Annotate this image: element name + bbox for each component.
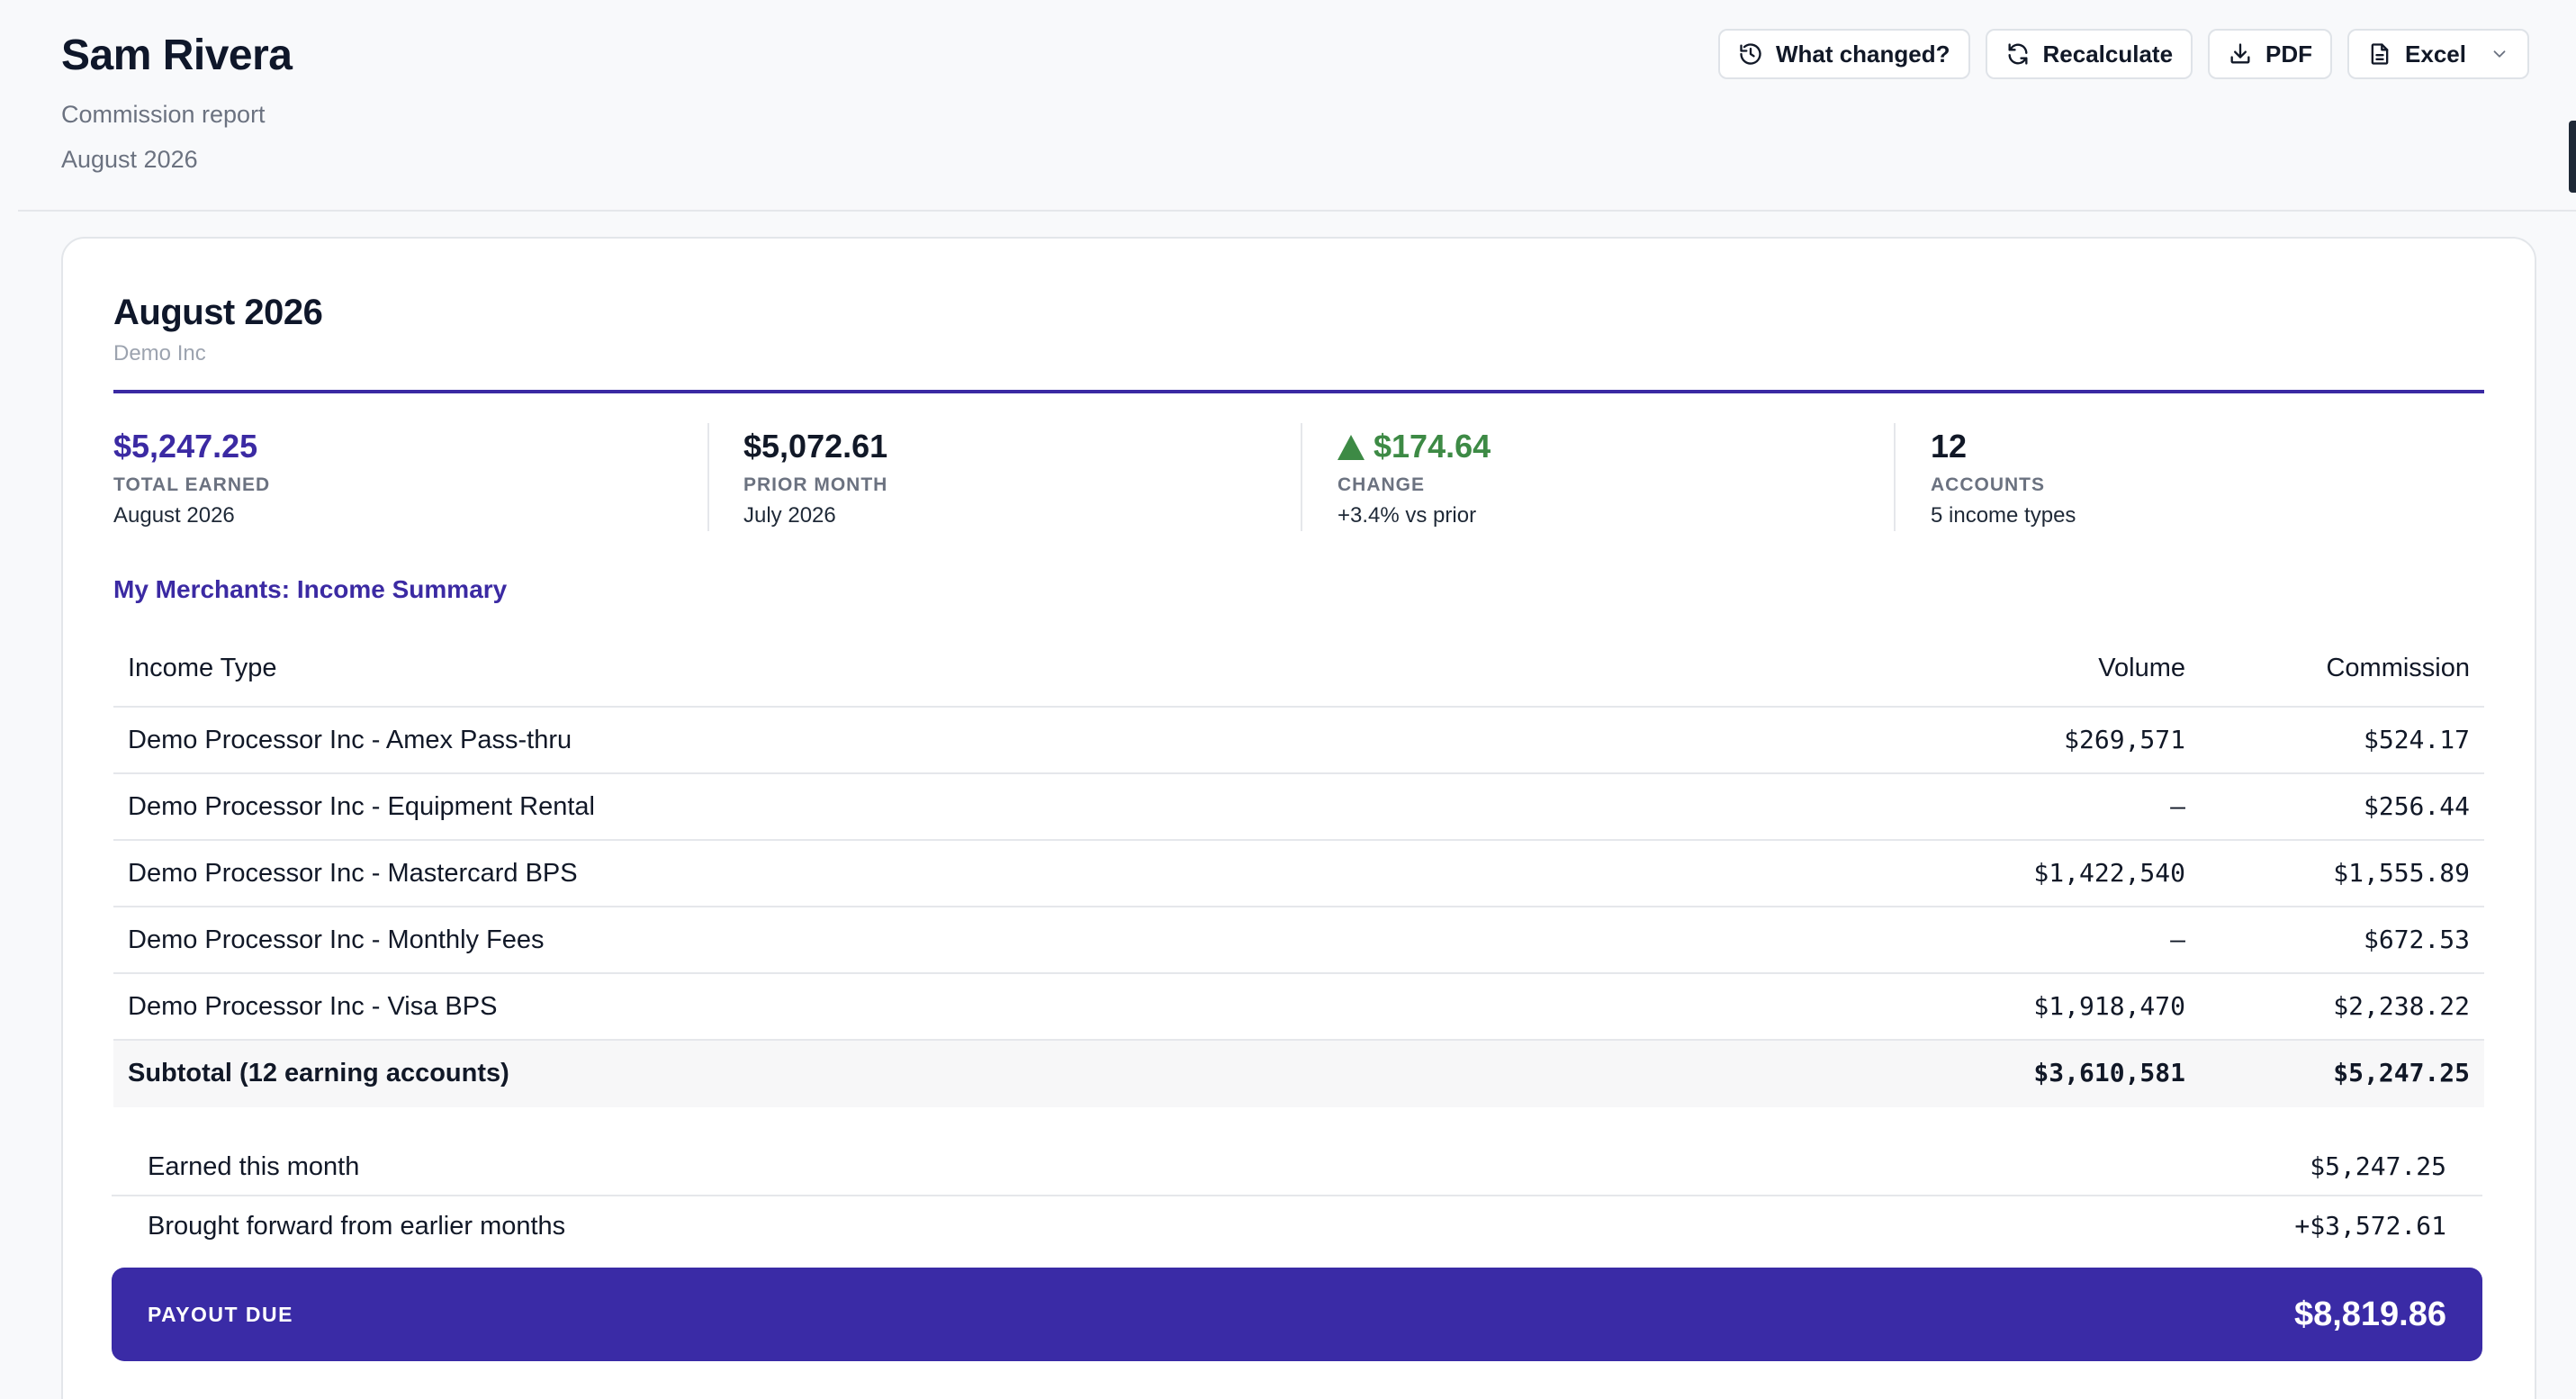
summary-row-earned: Earned this month $5,247.25 <box>112 1137 2482 1196</box>
refresh-icon <box>2008 43 2028 65</box>
stat-total-earned: $5,247.25 TOTAL EARNED August 2026 <box>113 428 270 536</box>
change-amount: $174.64 <box>1374 428 1491 465</box>
cell-commission: $1,555.89 <box>2333 858 2470 888</box>
stat-value: 12 <box>1931 428 1968 465</box>
summary-label: Brought forward from earlier months <box>148 1212 566 1241</box>
stat-divider <box>1301 423 1302 531</box>
payout-label: PAYOUT DUE <box>148 1303 293 1326</box>
organization-name: Demo Inc <box>113 341 206 366</box>
subtotal-row: Subtotal (12 earning accounts) $3,610,58… <box>113 1041 2484 1107</box>
summary-lines: Earned this month $5,247.25 Brought forw… <box>112 1137 2482 1256</box>
stat-value: $174.64 <box>1338 428 1491 465</box>
subtotal-volume: $3,610,581 <box>2033 1058 2185 1088</box>
download-icon <box>2230 43 2250 64</box>
table-row: Demo Processor Inc - Monthly Fees — $672… <box>113 907 2484 974</box>
cell-income-type: Demo Processor Inc - Mastercard BPS <box>128 859 578 888</box>
card-title: August 2026 <box>113 293 323 332</box>
stat-prior-month: $5,072.61 PRIOR MONTH July 2026 <box>743 428 887 536</box>
cell-volume: — <box>2170 925 2185 954</box>
summary-label: Earned this month <box>148 1152 360 1181</box>
stat-divider <box>1894 423 1896 531</box>
cell-volume: $1,918,470 <box>2033 991 2185 1021</box>
report-subtitle: Commission report <box>61 101 266 128</box>
history-icon <box>1740 43 1761 65</box>
stat-label: PRIOR MONTH <box>743 474 888 495</box>
column-header-income-type: Income Type <box>128 654 277 682</box>
chevron-down-icon[interactable] <box>2490 44 2509 64</box>
table-row: Demo Processor Inc - Amex Pass-thru $269… <box>113 708 2484 774</box>
stat-accounts: 12 ACCOUNTS 5 income types <box>1931 428 2076 536</box>
toolbar: What changed? Recalculate PDF Excel <box>1717 29 2529 79</box>
summary-row-brought-forward: Brought forward from earlier months +$3,… <box>112 1196 2482 1256</box>
stat-value: $5,247.25 <box>113 428 258 465</box>
report-period: August 2026 <box>61 146 198 173</box>
column-header-commission: Commission <box>2326 654 2470 682</box>
title-divider <box>113 390 2484 393</box>
cell-income-type: Demo Processor Inc - Equipment Rental <box>128 792 595 821</box>
stat-label: CHANGE <box>1338 474 1426 495</box>
stat-change: $174.64 CHANGE +3.4% vs prior <box>1338 428 1491 536</box>
excel-label: Excel <box>2405 40 2466 68</box>
stat-sub: August 2026 <box>113 503 235 528</box>
cell-volume: $269,571 <box>2064 725 2185 754</box>
what-changed-label: What changed? <box>1775 40 1950 68</box>
payout-amount: $8,819.86 <box>2293 1295 2446 1333</box>
summary-value: +$3,572.61 <box>2294 1211 2446 1241</box>
cell-income-type: Demo Processor Inc - Monthly Fees <box>128 925 545 954</box>
stat-label: ACCOUNTS <box>1931 474 2045 495</box>
cell-income-type: Demo Processor Inc - Amex Pass-thru <box>128 726 572 754</box>
page-header: Sam Rivera Commission report August 2026… <box>18 0 2576 212</box>
subtotal-commission: $5,247.25 <box>2333 1058 2470 1088</box>
subtotal-label: Subtotal (12 earning accounts) <box>128 1059 509 1088</box>
stat-sub: 5 income types <box>1931 503 2076 528</box>
stat-sub: July 2026 <box>743 503 836 528</box>
table-row: Demo Processor Inc - Mastercard BPS $1,4… <box>113 841 2484 907</box>
pdf-label: PDF <box>2265 40 2313 68</box>
cell-volume: $1,422,540 <box>2033 858 2185 888</box>
cell-commission: $256.44 <box>2363 791 2470 821</box>
recalculate-label: Recalculate <box>2042 40 2174 68</box>
excel-button[interactable]: Excel <box>2347 29 2529 79</box>
table-header: Income Type Volume Commission <box>113 628 2484 708</box>
cell-income-type: Demo Processor Inc - Visa BPS <box>128 992 498 1021</box>
table-row: Demo Processor Inc - Equipment Rental — … <box>113 774 2484 841</box>
pdf-button[interactable]: PDF <box>2208 29 2333 79</box>
summary-value: $5,247.25 <box>2310 1151 2446 1181</box>
stat-divider <box>707 423 709 531</box>
what-changed-button[interactable]: What changed? <box>1717 29 1970 79</box>
cell-commission: $672.53 <box>2363 925 2470 954</box>
scrollbar-handle[interactable] <box>2569 121 2576 193</box>
recalculate-button[interactable]: Recalculate <box>1985 29 2193 79</box>
stat-label: TOTAL EARNED <box>113 474 271 495</box>
page-title: Sam Rivera <box>61 32 293 79</box>
column-header-volume: Volume <box>2098 654 2185 682</box>
table-row: Demo Processor Inc - Visa BPS $1,918,470… <box>113 974 2484 1041</box>
spreadsheet-icon <box>2371 43 2389 65</box>
cell-commission: $524.17 <box>2363 725 2470 754</box>
cell-commission: $2,238.22 <box>2333 991 2470 1021</box>
stat-sub: +3.4% vs prior <box>1338 503 1477 528</box>
stat-value: $5,072.61 <box>743 428 888 465</box>
section-title: My Merchants: Income Summary <box>113 575 508 603</box>
arrow-up-icon <box>1338 435 1365 460</box>
payout-due-banner: PAYOUT DUE $8,819.86 <box>112 1268 2482 1361</box>
cell-volume: — <box>2170 791 2185 821</box>
income-summary-table: Income Type Volume Commission Demo Proce… <box>113 628 2484 1107</box>
